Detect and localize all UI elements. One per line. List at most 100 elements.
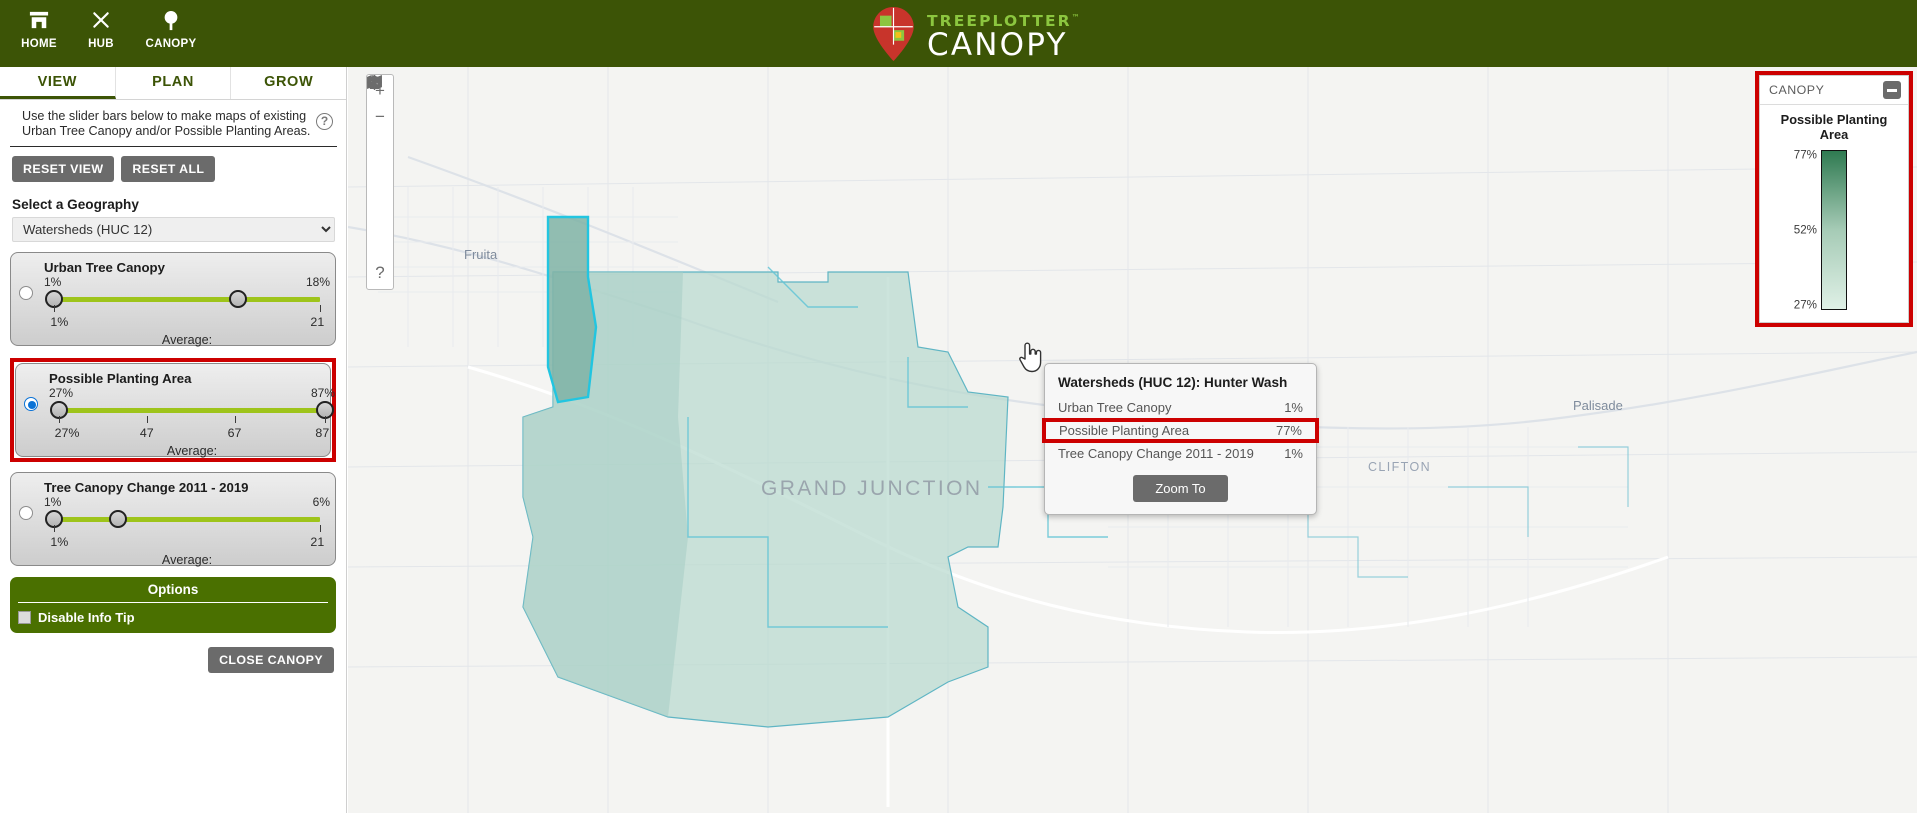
slider-track[interactable] xyxy=(45,510,320,528)
instructions-copy: Use the slider bars below to make maps o… xyxy=(22,109,311,138)
reset-all-button[interactable]: RESET ALL xyxy=(121,156,216,182)
slider-card-tree-canopy-change[interactable]: Tree Canopy Change 2011 - 2019 1% 6% 1% … xyxy=(10,472,336,567)
nav-item-hub[interactable]: HUB xyxy=(70,7,132,50)
minimize-icon[interactable] xyxy=(1883,81,1901,99)
slider-min-value: 1% xyxy=(44,275,62,289)
slider-radio-urban-tree-canopy[interactable] xyxy=(19,286,33,300)
logo-tm: ™ xyxy=(1071,12,1082,22)
nav-item-canopy-label: CANOPY xyxy=(145,38,197,50)
tools-icon xyxy=(70,10,132,36)
nav-item-home[interactable]: HOME xyxy=(8,7,70,50)
legend-ramp-label: 27% xyxy=(1793,298,1817,312)
basemap-globe-icon[interactable] xyxy=(367,75,393,208)
feature-popup: Watersheds (HUC 12): Hunter Wash Urban T… xyxy=(1042,363,1319,515)
slider-card-urban-tree-canopy-outer: Urban Tree Canopy 1% 18% 1% 21 Average: xyxy=(10,252,336,347)
legend-ramp-labels: 77% 52% 27% xyxy=(1777,148,1817,312)
app-logo[interactable]: TREEPLOTTER™ CANOPY xyxy=(870,6,1082,67)
slider-card-possible-planting-area-outer: Possible Planting Area 27% 87% 27% 47 67… xyxy=(10,358,336,462)
popup-row-label: Tree Canopy Change 2011 - 2019 xyxy=(1058,446,1254,461)
layers-icon[interactable] xyxy=(367,75,393,260)
legend-panel-title: CANOPY xyxy=(1769,83,1825,97)
slider-max-value: 18% xyxy=(305,275,330,289)
slider-max-value: 87% xyxy=(310,386,335,400)
slider-tick-label: 21 xyxy=(310,535,325,549)
popup-row-urban-tree-canopy: Urban Tree Canopy 1% xyxy=(1058,397,1303,418)
map-toolbar: + − ? xyxy=(366,74,394,290)
popup-title: Watersheds (HUC 12): Hunter Wash xyxy=(1058,375,1288,390)
treeplotter-pin-logo-icon xyxy=(870,6,917,67)
slider-track[interactable] xyxy=(50,401,334,419)
map-label-grand-junction: GRAND JUNCTION xyxy=(761,477,983,500)
legend-header: CANOPY xyxy=(1760,76,1908,105)
legend-color-ramp xyxy=(1821,150,1847,310)
locate-icon[interactable] xyxy=(367,75,393,182)
slider-card-urban-tree-canopy[interactable]: Urban Tree Canopy 1% 18% 1% 21 Average: xyxy=(10,252,336,347)
slider-control[interactable]: 27% 87% 27% 47 67 87 Average: xyxy=(49,386,335,458)
option-disable-info-tip[interactable]: Disable Info Tip xyxy=(10,603,336,627)
filter-icon[interactable] xyxy=(367,76,393,234)
legend-ramp-label: 77% xyxy=(1793,148,1817,162)
tab-grow[interactable]: GROW xyxy=(231,67,347,99)
slider-average-label: Average: xyxy=(161,333,213,347)
geography-label: Select a Geography xyxy=(12,197,139,212)
slider-ticks xyxy=(59,416,326,426)
map-label-fruita: Fruita xyxy=(464,247,498,262)
slider-radio-tree-canopy-change[interactable] xyxy=(19,506,33,520)
slider-tick-label: 1% xyxy=(50,315,69,329)
instructions-text: Use the slider bars below to make maps o… xyxy=(10,100,337,147)
map-label-palisade: Palisade xyxy=(1573,398,1623,413)
zoom-to-button[interactable]: Zoom To xyxy=(1133,475,1228,502)
popup-row-value: 1% xyxy=(1284,400,1303,415)
legend-panel-outer: CANOPY Possible Planting Area 77% 52% 27… xyxy=(1755,71,1913,327)
popup-row-possible-planting-area: Possible Planting Area 77% xyxy=(1042,418,1319,443)
slider-tick-label: 47 xyxy=(139,426,154,440)
nav-item-canopy[interactable]: CANOPY xyxy=(132,7,210,50)
map-canvas[interactable]: Fruita Palisade CLIFTON GRAND JUNCTION +… xyxy=(348,67,1917,813)
app-header: HOME HUB CANOPY TREEPLOTTER™ CANOPY xyxy=(0,0,1917,67)
popup-row-label: Possible Planting Area xyxy=(1059,423,1190,438)
pointing-hand-cursor xyxy=(1015,339,1045,373)
slider-tick-labels: 1% 21 xyxy=(50,535,324,551)
slider-control[interactable]: 1% 6% 1% 21 Average: xyxy=(44,495,330,567)
reset-view-button[interactable]: RESET VIEW xyxy=(12,156,115,182)
legend-ramp-wrap: 77% 52% 27% xyxy=(1768,148,1900,312)
slider-max-value: 6% xyxy=(312,495,330,509)
tab-view[interactable]: VIEW xyxy=(0,67,116,99)
legend-body: Possible Planting Area 77% 52% 27% xyxy=(1760,105,1908,322)
help-icon[interactable]: ? xyxy=(316,113,333,130)
sidebar-tabs: VIEW PLAN GROW xyxy=(0,67,347,100)
slider-card-possible-planting-area[interactable]: Possible Planting Area 27% 87% 27% 47 67… xyxy=(15,363,335,458)
close-canopy-button[interactable]: CLOSE CANOPY xyxy=(208,647,334,673)
home-extent-icon[interactable] xyxy=(367,75,393,156)
legend-title: Possible Planting Area xyxy=(1780,112,1888,142)
reset-buttons-row: RESET VIEW RESET ALL xyxy=(0,147,346,186)
slider-title: Tree Canopy Change 2011 - 2019 xyxy=(44,480,249,495)
slider-radio-possible-planting-area[interactable] xyxy=(24,397,38,411)
slider-control[interactable]: 1% 18% 1% 21 Average: xyxy=(44,275,330,347)
logo-line2: CANOPY xyxy=(927,27,1068,64)
slider-ticks xyxy=(54,305,321,315)
geography-select[interactable]: Watersheds (HUC 12) xyxy=(12,217,335,242)
options-panel: Options Disable Info Tip xyxy=(10,577,336,633)
nav-item-home-label: HOME xyxy=(21,38,57,50)
logo-wordmark: TREEPLOTTER™ CANOPY xyxy=(927,12,1082,62)
options-title: Options xyxy=(18,577,328,603)
zoom-out-icon[interactable]: − xyxy=(367,104,393,130)
slider-tick-label: 1% xyxy=(50,535,69,549)
map-help-icon[interactable]: ? xyxy=(367,260,393,286)
slider-min-value: 1% xyxy=(44,495,62,509)
sidebar-panel: VIEW PLAN GROW Use the slider bars below… xyxy=(0,67,347,813)
slider-ticks xyxy=(54,525,321,535)
close-canopy-row: CLOSE CANOPY xyxy=(0,633,346,673)
disable-info-tip-checkbox[interactable] xyxy=(18,611,31,624)
legend-panel: CANOPY Possible Planting Area 77% 52% 27… xyxy=(1759,75,1909,323)
slider-title: Urban Tree Canopy xyxy=(44,260,165,275)
tab-plan[interactable]: PLAN xyxy=(115,67,232,99)
slider-tick-label: 67 xyxy=(227,426,242,440)
map-label-clifton: CLIFTON xyxy=(1368,460,1432,474)
home-icon xyxy=(8,10,70,36)
popup-row-value: 1% xyxy=(1284,446,1303,461)
slider-track[interactable] xyxy=(45,290,320,308)
tree-icon xyxy=(132,10,210,36)
slider-tick-label: 87 xyxy=(315,426,330,440)
